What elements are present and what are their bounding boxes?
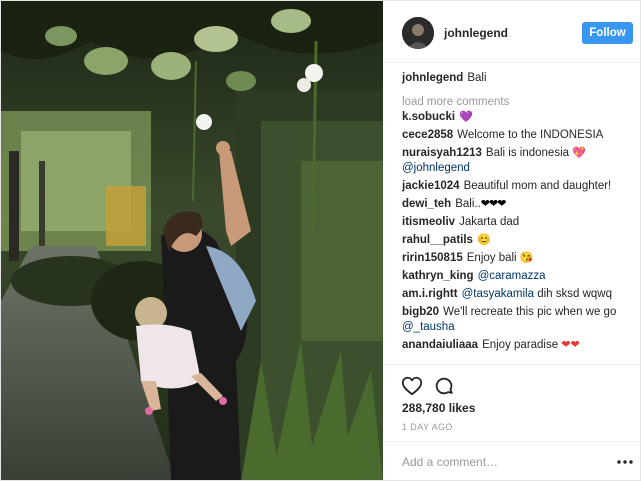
load-more-comments[interactable]: load more comments	[402, 95, 634, 110]
comment-text: We'll recreate this pic when we go	[443, 306, 617, 318]
comment-text: Bali is indonesia	[485, 147, 570, 159]
owner-username[interactable]: johnlegend	[444, 26, 508, 40]
comment: k.sobucki 💜	[402, 110, 634, 125]
kissing-face-icon: 😘	[519, 252, 534, 264]
comment-username[interactable]: kathryn_king	[402, 270, 474, 282]
post-actions: 288,780 likes 1 DAY AGO	[384, 364, 640, 480]
post-side-panel: johnlegend Follow johnlegend Bali load mo…	[384, 1, 640, 480]
comment-username[interactable]: jackie1024	[402, 180, 460, 192]
speech-bubble-icon[interactable]	[433, 375, 455, 397]
comment-input[interactable]	[402, 451, 602, 473]
post-header: johnlegend Follow	[384, 1, 640, 63]
heart-outline-glyph	[401, 376, 423, 396]
heart-outline-icon[interactable]	[401, 375, 423, 397]
sparkling-heart-icon: 💖	[572, 147, 586, 159]
comment: am.i.rightt @tasyakamila dih sksd wqwq	[402, 287, 634, 302]
avatar[interactable]	[402, 17, 434, 49]
caption-text: Bali	[467, 72, 487, 84]
comment-text: dih sksd wqwq	[537, 288, 612, 300]
comment: kathryn_king @caramazza	[402, 269, 634, 284]
comment: cece2858 Welcome to the INDONESIA	[402, 128, 634, 143]
likes-count[interactable]: 288,780 likes	[402, 401, 475, 415]
comment-text: Bali..	[455, 198, 481, 210]
speech-bubble-glyph	[435, 377, 453, 395]
comment: anandaiuliaaa Enjoy paradise ❤❤	[402, 338, 634, 353]
smiling-face-icon: 😊	[476, 234, 491, 246]
comment-text: Welcome to the INDONESIA	[457, 129, 604, 141]
caption: johnlegend Bali	[402, 71, 634, 86]
purple-heart-icon: 💜	[459, 111, 473, 123]
comment: jackie1024 Beautiful mom and daughter!	[402, 179, 634, 194]
comment: bigb20 We'll recreate this pic when we go…	[402, 305, 634, 335]
comment-username[interactable]: anandaiuliaaa	[402, 339, 478, 351]
instagram-post: johnlegend Follow johnlegend Bali load mo…	[0, 0, 641, 481]
comment: nuraisyah1213 Bali is indonesia 💖 @johnle…	[402, 146, 634, 176]
comment-text: Enjoy paradise	[482, 339, 559, 351]
comments-list[interactable]: johnlegend Bali load more comments k.sobu…	[402, 71, 634, 364]
comment: rahul__patils 😊	[402, 233, 634, 248]
comment-username[interactable]: bigb20	[402, 306, 439, 318]
avatar-image	[402, 17, 434, 49]
more-options-glyph	[617, 460, 633, 464]
comment-username[interactable]: dewi_teh	[402, 198, 451, 210]
comment-username[interactable]: itismeoliv	[402, 216, 455, 228]
comment-mention[interactable]: @_tausha	[402, 321, 455, 333]
caption-username[interactable]: johnlegend	[402, 72, 463, 84]
comment: ririn150815 Enjoy bali 😘	[402, 251, 634, 266]
more-options-icon[interactable]	[616, 455, 634, 469]
comment-mention[interactable]: @caramazza	[478, 270, 546, 282]
black-hearts-icon: ❤❤❤	[480, 198, 507, 210]
post-photo[interactable]	[1, 1, 383, 480]
comment-username[interactable]: cece2858	[402, 129, 453, 141]
comment-text: Enjoy bali	[466, 252, 517, 264]
comment: itismeoliv Jakarta dad	[402, 215, 634, 230]
comment-username[interactable]: rahul__patils	[402, 234, 473, 246]
comment: dewi_teh Bali..❤❤❤	[402, 197, 634, 212]
post-timestamp[interactable]: 1 DAY AGO	[402, 422, 453, 432]
comment-text: Beautiful mom and daughter!	[463, 180, 612, 192]
comment-username[interactable]: ririn150815	[402, 252, 463, 264]
comment-username[interactable]: am.i.rightt	[402, 288, 458, 300]
comment-mention[interactable]: @johnlegend	[402, 162, 470, 174]
comment-mention[interactable]: @tasyakamila	[462, 288, 534, 300]
comment-username[interactable]: nuraisyah1213	[402, 147, 482, 159]
red-hearts-icon: ❤❤	[561, 339, 580, 351]
add-comment-bar	[384, 441, 640, 480]
photo-illustration	[1, 1, 383, 480]
comment-text: Jakarta dad	[459, 216, 520, 228]
comment-username[interactable]: k.sobucki	[402, 111, 455, 123]
follow-button[interactable]: Follow	[582, 22, 633, 44]
